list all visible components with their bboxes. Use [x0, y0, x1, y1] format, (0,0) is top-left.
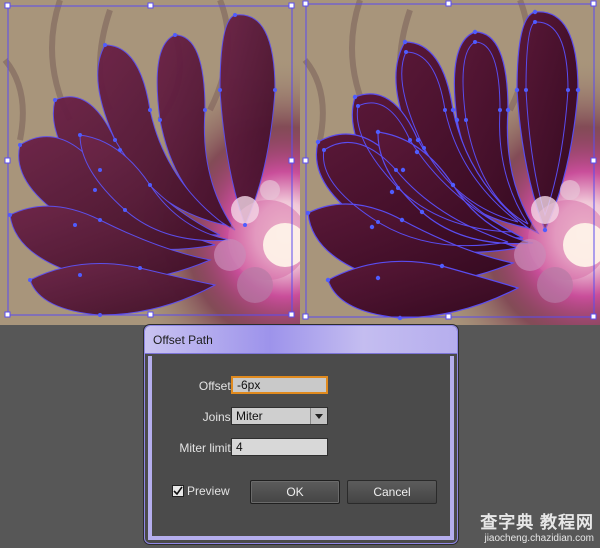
preview-label: Preview: [187, 484, 230, 498]
flower-artwork-original: [0, 0, 300, 325]
dialog-body: Offset: -6px Joins: Miter Miter limit: 4…: [148, 356, 454, 540]
dialog-title: Offset Path: [153, 332, 213, 347]
cancel-button[interactable]: Cancel: [347, 480, 437, 504]
chevron-down-icon[interactable]: [310, 408, 327, 424]
joins-select[interactable]: Miter: [231, 407, 328, 425]
flower-artwork-offset: [300, 0, 600, 325]
offset-label: Offset:: [198, 379, 234, 393]
joins-label: Joins:: [202, 410, 234, 424]
offset-path-dialog: Offset Path Offset: -6px Joins: Miter Mi…: [144, 325, 458, 544]
watermark-url: jiaocheng.chazidian.com: [484, 533, 594, 544]
offset-input[interactable]: -6px: [231, 376, 328, 394]
dialog-titlebar[interactable]: Offset Path: [145, 326, 457, 354]
joins-select-value: Miter: [236, 409, 263, 423]
checkmark-icon: [173, 486, 183, 496]
miter-limit-input[interactable]: 4: [231, 438, 328, 456]
watermark-title: 查字典 教程网: [480, 513, 594, 532]
artwork-left: [0, 0, 300, 325]
ok-button[interactable]: OK: [250, 480, 340, 504]
preview-checkbox[interactable]: [172, 485, 184, 497]
watermark: 查字典 教程网 jiaocheng.chazidian.com: [480, 508, 594, 544]
miter-limit-label: Miter limit:: [179, 441, 234, 455]
artwork-right: [300, 0, 600, 325]
